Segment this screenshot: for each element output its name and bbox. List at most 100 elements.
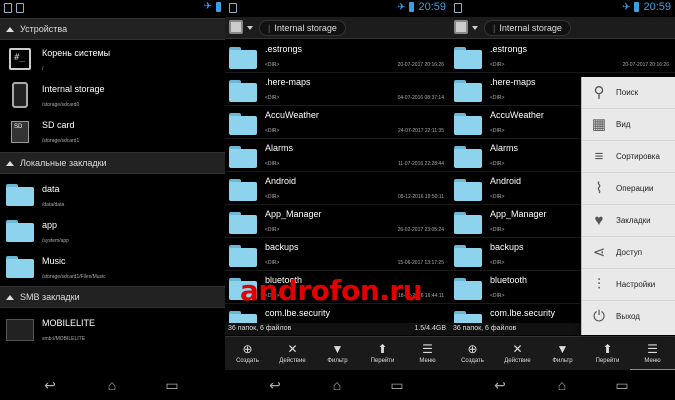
list-item[interactable]: App_Manager <DIR> 26-02-2017 23:05:24: [225, 205, 450, 238]
nav-bar: ↩ ⌂ ▭: [225, 370, 450, 400]
menu-item-view[interactable]: ▦ Вид: [582, 109, 675, 141]
power-icon: ⏻: [593, 308, 605, 325]
menu-item-sort[interactable]: ≡ Сортировка: [582, 141, 675, 173]
menu-item-access[interactable]: ⋖ Доступ: [582, 237, 675, 269]
go-to-button[interactable]: ⬆ Перейти: [585, 337, 630, 371]
section-header-devices[interactable]: Устройства: [0, 18, 225, 40]
list-item[interactable]: AccuWeather <DIR> 24-07-2017 22:11:35: [225, 106, 450, 139]
folder-icon: [454, 111, 482, 135]
nav-bar: ↩ ⌂ ▭: [450, 370, 675, 400]
list-item[interactable]: .estrongs <DIR> 20-07-2017 20:16:26: [450, 40, 675, 73]
folder-icon: [229, 210, 257, 234]
go-up-icon: ⬆: [377, 342, 388, 356]
back-icon[interactable]: ↩: [263, 378, 287, 392]
terminal-icon: #_: [6, 46, 34, 74]
status-footer: 36 папок, 6 файлов 1.5/4.4GB: [225, 323, 450, 335]
tools-icon: ✕: [512, 342, 523, 356]
menu-button[interactable]: ☰ Меню: [405, 337, 450, 371]
menu-item-bookmarks[interactable]: ♥ Закладки: [582, 205, 675, 237]
airplane-mode-icon: ✈: [203, 1, 212, 12]
back-icon[interactable]: ↩: [38, 378, 62, 392]
sim-icon: [4, 3, 12, 13]
folder-icon: [6, 218, 34, 246]
recent-apps-icon[interactable]: ▭: [385, 378, 409, 392]
folder-icon: [229, 45, 257, 69]
action-button[interactable]: ✕ Действие: [270, 337, 315, 371]
filter-icon: ▼: [331, 342, 344, 356]
home-icon[interactable]: ⌂: [550, 378, 574, 392]
sidebar-item-mobilelite[interactable]: MOBILELITE smb://MOBILELITE: [0, 312, 225, 348]
airplane-mode-icon: ✈: [397, 1, 406, 13]
chevron-down-icon[interactable]: [472, 26, 478, 30]
folder-icon: [229, 309, 257, 323]
battery-icon: [634, 2, 640, 12]
go-to-button[interactable]: ⬆ Перейти: [360, 337, 405, 371]
list-item[interactable]: Android <DIR> 08-12-2016 19:50:11: [225, 172, 450, 205]
search-icon: ⚲: [593, 84, 605, 101]
window-icon[interactable]: [229, 20, 243, 34]
action-button[interactable]: ✕ Действие: [495, 337, 540, 371]
sidebar-item-app[interactable]: app /system/app: [0, 214, 225, 250]
share-icon: ⋖: [592, 244, 606, 261]
sidebar-panel: ✈ Устройства #_ Корень системы / Interna…: [0, 0, 225, 400]
chevron-down-icon[interactable]: [247, 26, 253, 30]
back-icon[interactable]: ↩: [488, 378, 512, 392]
home-icon[interactable]: ⌂: [325, 378, 349, 392]
clock: 20:59: [643, 1, 671, 13]
sim-icon: [229, 3, 237, 13]
nav-bar: ↩ ⌂ ▭: [0, 370, 225, 400]
sidebar-item-internal-storage[interactable]: Internal storage /storage/sdcard0: [0, 78, 225, 114]
chevron-up-icon: [6, 160, 14, 166]
menu-item-settings[interactable]: ⫶ Настройки: [582, 269, 675, 301]
network-pc-icon: [6, 316, 34, 344]
folder-icon: [6, 254, 34, 282]
folder-icon: [6, 182, 34, 210]
plus-icon: ⊕: [467, 342, 478, 356]
home-icon[interactable]: ⌂: [100, 378, 124, 392]
create-button[interactable]: ⊕ Создать: [225, 337, 270, 371]
section-header-local-bookmarks[interactable]: Локальные закладки: [0, 152, 225, 174]
folder-icon: [229, 177, 257, 201]
file-browser-menu-panel: ✈ 20:59 | Internal storage .estrongs <DIR> 2…: [450, 0, 675, 400]
battery-icon: [409, 2, 415, 12]
folder-icon: [454, 45, 482, 69]
folder-icon: [229, 243, 257, 267]
menu-icon: ☰: [647, 342, 658, 356]
recent-apps-icon[interactable]: ▭: [610, 378, 634, 392]
list-item[interactable]: Alarms <DIR> 11-07-2016 22:28:44: [225, 139, 450, 172]
list-item[interactable]: backups <DIR> 15-06-2017 13:17:25: [225, 238, 450, 271]
sidebar-item-sd-card[interactable]: SD SD card /storage/sdcard1: [0, 114, 225, 150]
path-breadcrumb[interactable]: | Internal storage: [259, 20, 346, 36]
heart-icon: ♥: [594, 212, 604, 229]
create-button[interactable]: ⊕ Создать: [450, 337, 495, 371]
menu-item-search[interactable]: ⚲ Поиск: [582, 77, 675, 109]
watermark: androfon.ru: [240, 274, 423, 307]
folder-icon: [229, 78, 257, 102]
filter-button[interactable]: ▼ Фильтр: [315, 337, 360, 371]
folder-icon: [454, 210, 482, 234]
list-item[interactable]: .estrongs <DIR> 20-07-2017 20:16:26: [225, 40, 450, 73]
folder-icon: [454, 78, 482, 102]
path-breadcrumb[interactable]: | Internal storage: [484, 20, 571, 36]
chevron-up-icon: [6, 294, 14, 300]
phone-status-icon: [16, 3, 24, 13]
sidebar-item-music[interactable]: Music /storage/sdcard1/Files/Music: [0, 250, 225, 286]
list-item[interactable]: .here-maps <DIR> 04-07-2016 08:37:14: [225, 73, 450, 106]
filter-icon: ▼: [556, 342, 569, 356]
section-header-smb-bookmarks[interactable]: SMB закладки: [0, 286, 225, 308]
grid-view-icon: ▦: [591, 116, 607, 133]
menu-item-exit[interactable]: ⏻ Выход: [582, 301, 675, 333]
sidebar-item-data[interactable]: data /data/data: [0, 178, 225, 214]
window-icon[interactable]: [454, 20, 468, 34]
menu-item-operations[interactable]: ⌇ Операции: [582, 173, 675, 205]
folder-icon: [454, 243, 482, 267]
go-up-icon: ⬆: [602, 342, 613, 356]
bottom-action-bar: ⊕ Создать ✕ Действие ▼ Фильтр ⬆ Перейти ☰ Мен…: [225, 336, 450, 370]
status-bar: ✈: [0, 0, 225, 16]
sidebar-item-root[interactable]: #_ Корень системы /: [0, 42, 225, 78]
folder-icon: [454, 144, 482, 168]
filter-button[interactable]: ▼ Фильтр: [540, 337, 585, 371]
recent-apps-icon[interactable]: ▭: [160, 378, 184, 392]
battery-icon: [216, 1, 221, 12]
menu-button[interactable]: ☰ Меню: [630, 337, 675, 371]
